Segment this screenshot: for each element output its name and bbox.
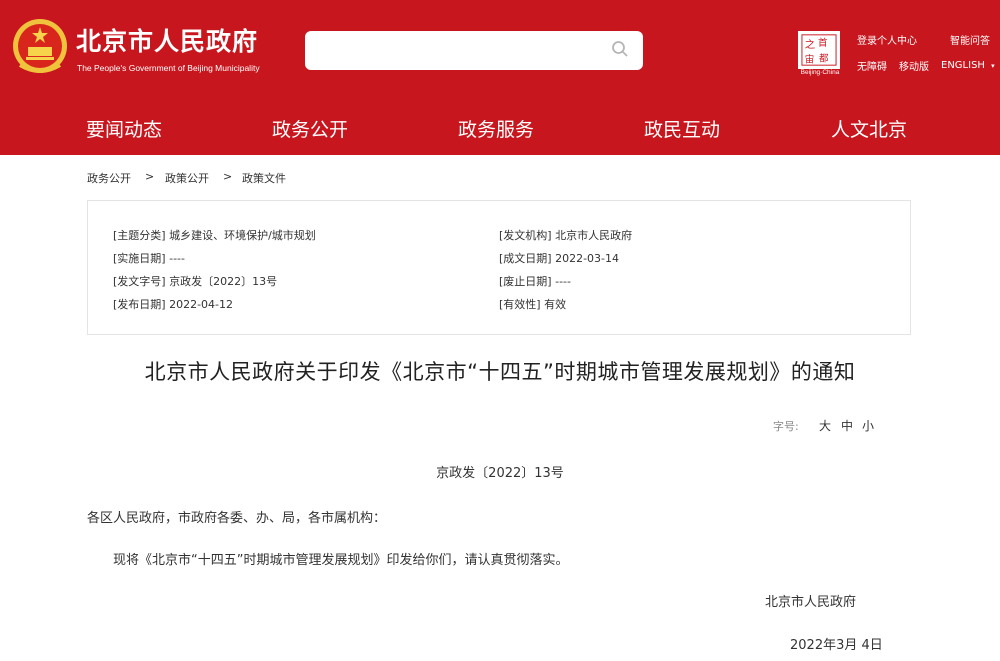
font-size-medium-button[interactable]: 中 [841,417,853,434]
meta-key: [有效性] [499,298,541,311]
meta-validity: [有效性] 有效 [499,296,566,312]
meta-value: 2022-04-12 [169,298,234,311]
breadcrumb-item[interactable]: 政策公开 [165,170,209,186]
language-label: ENGLISH [941,60,985,71]
meta-key: [成文日期] [499,252,552,265]
site-header: 北京市人民政府 The People's Government of Beiji… [0,0,1000,155]
seal-caption: Beijing·China [800,69,840,76]
meta-issuer: [发文机构] 北京市人民政府 [499,227,632,243]
meta-value: 北京市人民政府 [555,229,633,242]
nav-item-news[interactable]: 要闻动态 [86,115,162,142]
issue-date: 2022年3月 4日 [790,638,883,653]
svg-text:都: 都 [819,53,829,64]
meta-key: [发布日期] [113,298,166,311]
meta-repeal-date: [废止日期] ---- [499,273,571,289]
breadcrumb-item[interactable]: 政务公开 [87,170,131,186]
breadcrumb-item[interactable]: 政策文件 [242,170,286,186]
chevron-down-icon: ▾ [991,62,995,70]
font-size-label: 字号: [773,420,799,433]
salutation: 各区人民政府，市政府各委、办、局，各市属机构： [87,511,387,526]
login-link[interactable]: 登录个人中心 [857,32,917,47]
meta-published-date: [发布日期] 2022-04-12 [113,296,233,312]
meta-value: ---- [169,252,185,265]
search-icon[interactable] [611,40,629,58]
accessibility-link[interactable]: 无障碍 [857,58,887,73]
meta-value: 城乡建设、环境保护/城市规划 [169,229,316,242]
search-input[interactable] [317,40,597,62]
meta-key: [实施日期] [113,252,166,265]
meta-value: ---- [555,275,571,288]
meta-value: 有效 [544,298,567,311]
nav-item-culture[interactable]: 人文北京 [831,115,907,142]
body-paragraph: 现将《北京市“十四五”时期城市管理发展规划》印发给你们，请认真贯彻落实。 [113,553,569,568]
meta-effective-date: [实施日期] ---- [113,250,185,266]
site-subtitle: The People's Government of Beijing Munic… [77,63,260,73]
meta-key: [废止日期] [499,275,552,288]
document-meta-box [87,200,911,335]
meta-key: [发文机构] [499,229,552,242]
smart-qa-link[interactable]: 智能问答 [950,32,990,47]
meta-doc-number: [发文字号] 京政发〔2022〕13号 [113,273,277,289]
font-size-large-button[interactable]: 大 [819,417,831,434]
breadcrumb-separator: > [223,170,233,183]
meta-key: [发文字号] [113,275,166,288]
svg-text:首: 首 [818,37,827,49]
breadcrumb-separator: > [145,170,155,183]
nav-item-interaction[interactable]: 政民互动 [644,115,720,142]
search-box [305,31,643,70]
meta-topic: [主题分类] 城乡建设、环境保护/城市规划 [113,227,316,243]
national-emblem-icon [13,19,67,73]
site-title[interactable]: 北京市人民政府 [76,22,258,58]
meta-written-date: [成文日期] 2022-03-14 [499,250,619,266]
document-title: 北京市人民政府关于印发《北京市“十四五”时期城市管理发展规划》的通知 [144,360,856,384]
meta-value: 京政发〔2022〕13号 [169,275,278,288]
meta-key: [主题分类] [113,229,166,242]
capital-seal-icon: 之 首 宙 都 [798,31,840,69]
meta-value: 2022-03-14 [555,252,620,265]
language-selector[interactable]: ENGLISH ▾ [941,60,995,71]
svg-text:之: 之 [805,38,815,51]
nav-item-gov-affairs[interactable]: 政务公开 [272,115,348,142]
font-size-small-button[interactable]: 小 [862,417,874,434]
signature: 北京市人民政府 [765,595,857,610]
nav-item-services[interactable]: 政务服务 [458,115,534,142]
mobile-link[interactable]: 移动版 [899,58,929,73]
svg-text:宙: 宙 [805,53,814,65]
document-number: 京政发〔2022〕13号 [436,466,564,481]
